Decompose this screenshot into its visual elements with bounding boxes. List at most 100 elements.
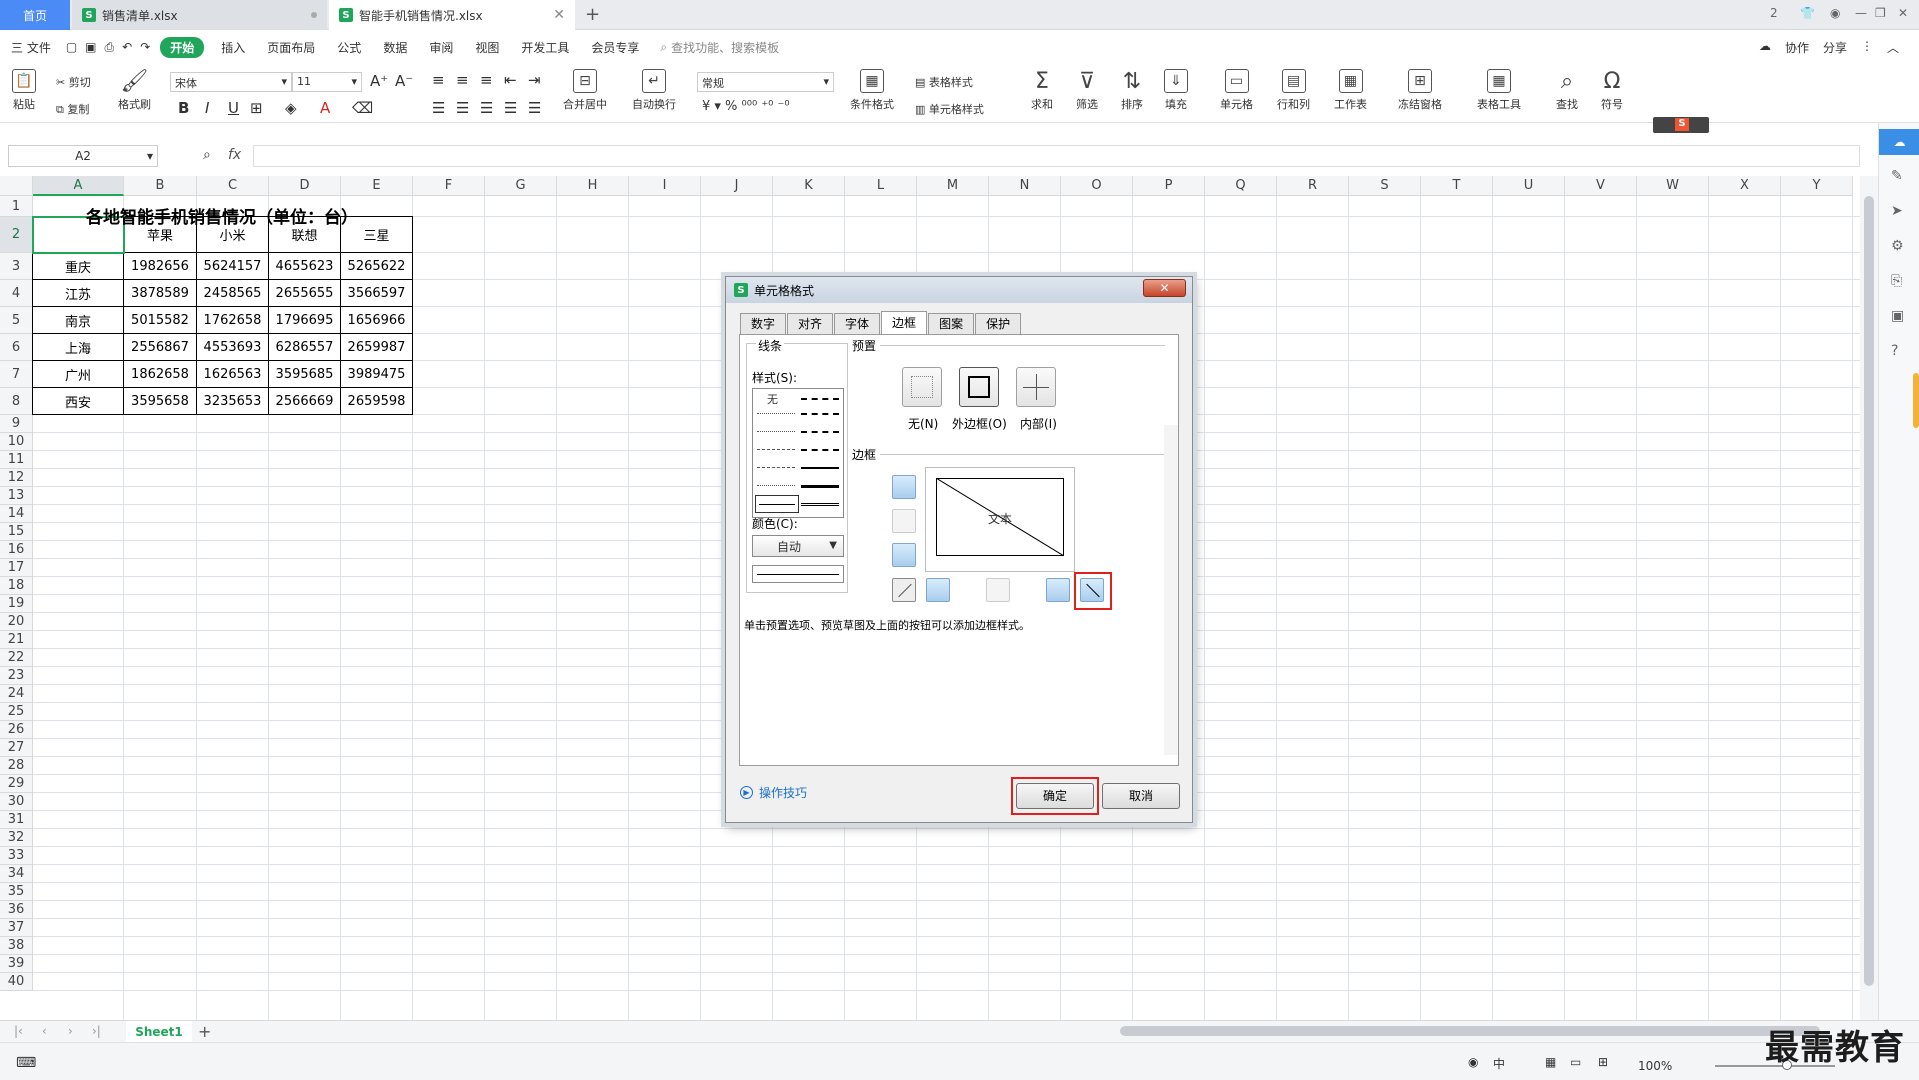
row-header[interactable]: 14 (0, 505, 33, 523)
tab-file-sales-list[interactable]: S 销售清单.xlsx (72, 0, 327, 30)
column-header[interactable]: F (413, 176, 485, 196)
fx-label[interactable]: fx (228, 147, 241, 163)
collab-button[interactable]: 协作 (1785, 39, 1809, 56)
table-cell[interactable]: 5624157 (196, 252, 269, 280)
increase-font-icon[interactable]: A⁺ (370, 72, 388, 90)
column-header[interactable]: G (485, 176, 557, 196)
column-header[interactable]: D (269, 176, 341, 196)
border-preview[interactable]: 文本 (925, 467, 1075, 572)
cancel-button[interactable]: 取消 (1102, 783, 1180, 809)
row-header[interactable]: 34 (0, 865, 33, 883)
row-header[interactable]: 3 (0, 253, 33, 280)
column-header[interactable]: X (1709, 176, 1781, 196)
column-header[interactable]: C (197, 176, 269, 196)
border-icon[interactable]: ⊞ (250, 99, 263, 117)
horizontal-scroll-thumb[interactable] (1120, 1026, 1820, 1036)
column-header[interactable]: I (629, 176, 701, 196)
save-icon[interactable]: ▣ (81, 40, 100, 54)
row-header[interactable]: 40 (0, 973, 33, 991)
name-box[interactable]: A2 ▾ (8, 145, 158, 167)
sheet-tab-sheet1[interactable]: Sheet1 (126, 1021, 192, 1043)
table-cell[interactable]: 5265622 (340, 252, 413, 280)
new-doc-icon[interactable]: ▢ (62, 40, 81, 54)
menu-formula[interactable]: 公式 (326, 39, 372, 56)
tab-pattern[interactable]: 图案 (928, 313, 975, 335)
more-icon[interactable]: ⋮ (1861, 39, 1873, 56)
line-style-option[interactable] (801, 503, 839, 506)
column-header[interactable]: Y (1781, 176, 1853, 196)
fill-button[interactable]: ⇓ 填充 (1164, 69, 1188, 112)
column-header[interactable]: B (124, 176, 197, 196)
row-header[interactable]: 21 (0, 631, 33, 649)
row-header[interactable]: 30 (0, 793, 33, 811)
column-header[interactable]: T (1421, 176, 1493, 196)
tab-number[interactable]: 数字 (740, 313, 787, 335)
table-cell[interactable]: 4553693 (196, 333, 269, 361)
font-size-select[interactable]: 11 ▾ (292, 72, 362, 92)
row-header[interactable]: 38 (0, 937, 33, 955)
column-header[interactable]: S (1349, 176, 1421, 196)
row-header[interactable]: 16 (0, 541, 33, 559)
decrease-font-icon[interactable]: A⁻ (395, 72, 413, 90)
line-style-option[interactable] (801, 467, 839, 469)
row-header[interactable]: 4 (0, 280, 33, 307)
row-header[interactable]: 20 (0, 613, 33, 631)
tab-home[interactable]: 首页 (0, 0, 70, 30)
indent-decrease-icon[interactable]: ⇤ (504, 71, 517, 89)
redo-icon[interactable]: ↷ (136, 40, 154, 54)
border-bottom-button[interactable] (892, 543, 916, 567)
line-style-option[interactable] (757, 485, 795, 486)
format-painter-button[interactable]: 🖌 格式刷 (118, 69, 151, 112)
dialog-close-button[interactable]: ✕ (1143, 279, 1186, 297)
print-icon[interactable]: ⎙ (101, 40, 119, 55)
row-header[interactable]: 39 (0, 955, 33, 973)
panel-scrollbar[interactable] (1164, 425, 1178, 755)
preset-none-button[interactable] (902, 367, 942, 407)
normal-view-icon[interactable]: ▦ (1545, 1055, 1556, 1069)
align-top-icon[interactable]: ≡ (432, 71, 445, 89)
new-tab-button[interactable]: + (585, 4, 600, 25)
copy-button[interactable]: ⧉ 复制 (56, 101, 89, 117)
row-header[interactable]: 15 (0, 523, 33, 541)
align-middle-icon[interactable]: ≡ (456, 71, 469, 89)
column-header[interactable]: R (1277, 176, 1349, 196)
add-sheet-button[interactable]: + (198, 1022, 211, 1041)
border-diag-up-button[interactable] (892, 578, 916, 602)
row-header[interactable]: 26 (0, 721, 33, 739)
row-header[interactable]: 35 (0, 883, 33, 901)
row-header[interactable]: 29 (0, 775, 33, 793)
cut-button[interactable]: ✂ 剪切 (56, 74, 91, 90)
table-cell[interactable]: 5015582 (123, 306, 197, 334)
line-style-option[interactable] (757, 431, 795, 432)
row-header[interactable]: 1 (0, 196, 33, 217)
filter-button[interactable]: ⊽ 筛选 (1075, 69, 1099, 112)
sort-button[interactable]: ⇅ 排序 (1120, 69, 1144, 112)
column-header[interactable]: J (701, 176, 773, 196)
table-cell[interactable]: 广州 (32, 360, 124, 388)
zoom-search-icon[interactable]: ⌕ (203, 147, 211, 163)
next-sheet-icon[interactable]: › (68, 1024, 73, 1038)
row-header[interactable]: 9 (0, 415, 33, 433)
font-color-icon[interactable]: A (320, 99, 330, 117)
table-style-button[interactable]: ▤ 表格样式 (915, 74, 973, 90)
border-right-button[interactable] (1046, 578, 1070, 602)
help-icon[interactable]: ? (1891, 343, 1907, 359)
number-format-select[interactable]: 常规 ▾ (697, 72, 834, 92)
line-style-option[interactable] (757, 413, 795, 414)
symbol-button[interactable]: Ω 符号 (1600, 69, 1624, 112)
restore-icon[interactable]: ❐ (1875, 6, 1886, 20)
skin-icon[interactable]: 👕 (1800, 6, 1815, 20)
table-cell[interactable]: 2659987 (340, 333, 413, 361)
tab-font[interactable]: 字体 (834, 313, 881, 335)
avatar[interactable]: ◉ (1830, 6, 1840, 20)
sheet-title[interactable]: 各地智能手机销售情况（单位：台） (33, 197, 411, 233)
column-header[interactable]: Q (1205, 176, 1277, 196)
tab-file-phone-sales[interactable]: S 智能手机销售情况.xlsx ✕ (329, 0, 575, 30)
table-cell[interactable]: 1982656 (123, 252, 197, 280)
row-header[interactable]: 17 (0, 559, 33, 577)
column-header[interactable]: P (1133, 176, 1205, 196)
minimize-icon[interactable]: — (1855, 6, 1867, 20)
table-cell[interactable]: 6286557 (268, 333, 341, 361)
ime-toolbar[interactable]: S (1653, 117, 1709, 133)
row-header[interactable]: 31 (0, 811, 33, 829)
